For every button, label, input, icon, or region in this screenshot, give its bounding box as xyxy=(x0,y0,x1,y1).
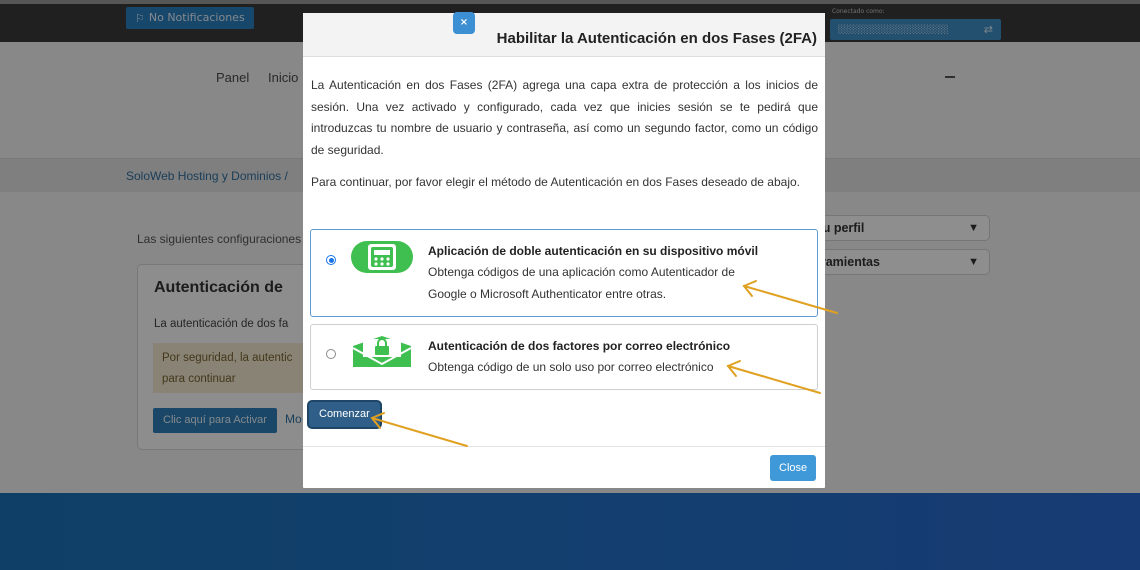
option-mobile-app-title: Aplicación de doble autenticación en su … xyxy=(428,244,759,258)
radio-email[interactable] xyxy=(326,349,336,359)
option-mobile-app[interactable]: Aplicación de doble autenticación en su … xyxy=(310,229,818,317)
modal-paragraph-instruction: Para continuar, por favor elegir el méto… xyxy=(311,175,800,189)
modal-title: Habilitar la Autenticación en dos Fases … xyxy=(496,30,817,47)
envelope-lock-icon xyxy=(352,336,412,367)
close-icon[interactable]: × xyxy=(453,12,475,34)
close-button[interactable]: Close xyxy=(770,455,817,481)
option-email-title: Autenticación de dos factores por correo… xyxy=(428,339,731,353)
modal-paragraph-intro: La Autenticación en dos Fases (2FA) agre… xyxy=(311,78,818,157)
phone-app-icon xyxy=(351,241,413,273)
option-mobile-app-description: Obtenga códigos de una aplicación como A… xyxy=(428,265,735,301)
option-email[interactable]: Autenticación de dos factores por correo… xyxy=(310,324,818,390)
modal-body: La Autenticación en dos Fases (2FA) agre… xyxy=(311,75,818,205)
option-email-description: Obtenga código de un solo uso por correo… xyxy=(428,360,714,374)
footer-band xyxy=(0,493,1140,570)
modal-header: × Habilitar la Autenticación en dos Fase… xyxy=(303,12,825,57)
enable-2fa-modal: × Habilitar la Autenticación en dos Fase… xyxy=(303,12,825,488)
modal-footer-divider xyxy=(303,446,825,447)
radio-mobile-app[interactable] xyxy=(326,255,336,265)
start-button[interactable]: Comenzar xyxy=(309,402,380,427)
